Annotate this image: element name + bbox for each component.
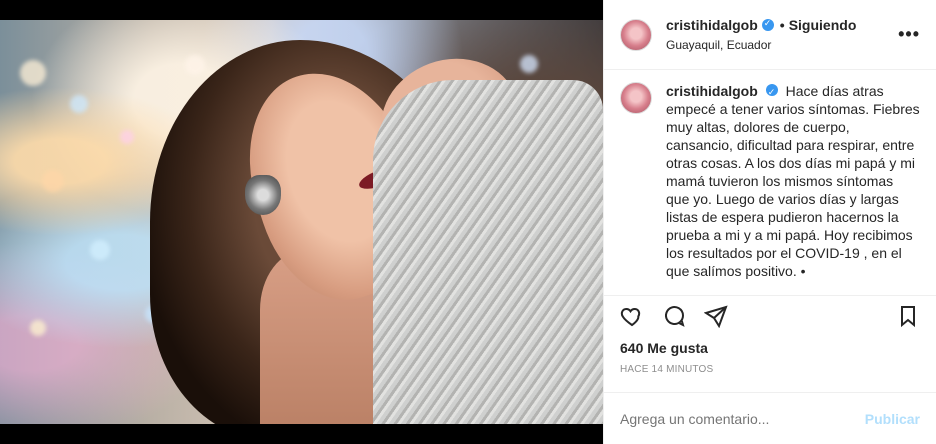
following-button[interactable]: Siguiendo — [789, 17, 857, 33]
comment-icon[interactable] — [660, 302, 688, 330]
follow-separator: • — [779, 17, 785, 33]
post-side-panel: cristihidalgob • Siguiendo Guayaquil, Ec… — [603, 0, 936, 444]
more-dots-icon[interactable]: ••• — [898, 24, 920, 45]
publish-button[interactable]: Publicar — [865, 411, 920, 427]
comment-input[interactable] — [620, 410, 865, 427]
caption-username[interactable]: cristihidalgob — [666, 83, 758, 99]
username-line: cristihidalgob • Siguiendo — [666, 17, 898, 33]
avatar[interactable] — [620, 18, 652, 51]
caption-verified-icon — [765, 83, 778, 101]
caption: cristihidalgob Hace días atras empecé a … — [666, 82, 920, 283]
earring-shape — [245, 175, 281, 215]
action-bar — [604, 296, 936, 336]
instagram-post: cristihidalgob • Siguiendo Guayaquil, Ec… — [0, 0, 936, 444]
location[interactable]: Guayaquil, Ecuador — [666, 38, 898, 52]
send-icon[interactable] — [702, 302, 730, 330]
heart-icon[interactable] — [618, 302, 646, 330]
caption-area: cristihidalgob Hace días atras empecé a … — [604, 70, 936, 296]
post-header: cristihidalgob • Siguiendo Guayaquil, Ec… — [604, 0, 936, 70]
bookmark-icon[interactable] — [894, 302, 922, 330]
username[interactable]: cristihidalgob — [666, 17, 758, 33]
verified-badge-icon — [761, 18, 774, 31]
post-image[interactable] — [0, 20, 603, 424]
post-photo-container — [0, 0, 603, 444]
caption-text: Hace días atras empecé a tener varios sí… — [666, 83, 920, 279]
comment-bar: Publicar — [604, 392, 936, 444]
shirt-shape — [373, 80, 603, 424]
header-text: cristihidalgob • Siguiendo Guayaquil, Ec… — [666, 17, 898, 52]
post-time: Hace 14 minutos — [620, 364, 714, 375]
likes-count[interactable]: 640 Me gusta — [604, 340, 936, 356]
caption-avatar[interactable] — [620, 82, 652, 114]
